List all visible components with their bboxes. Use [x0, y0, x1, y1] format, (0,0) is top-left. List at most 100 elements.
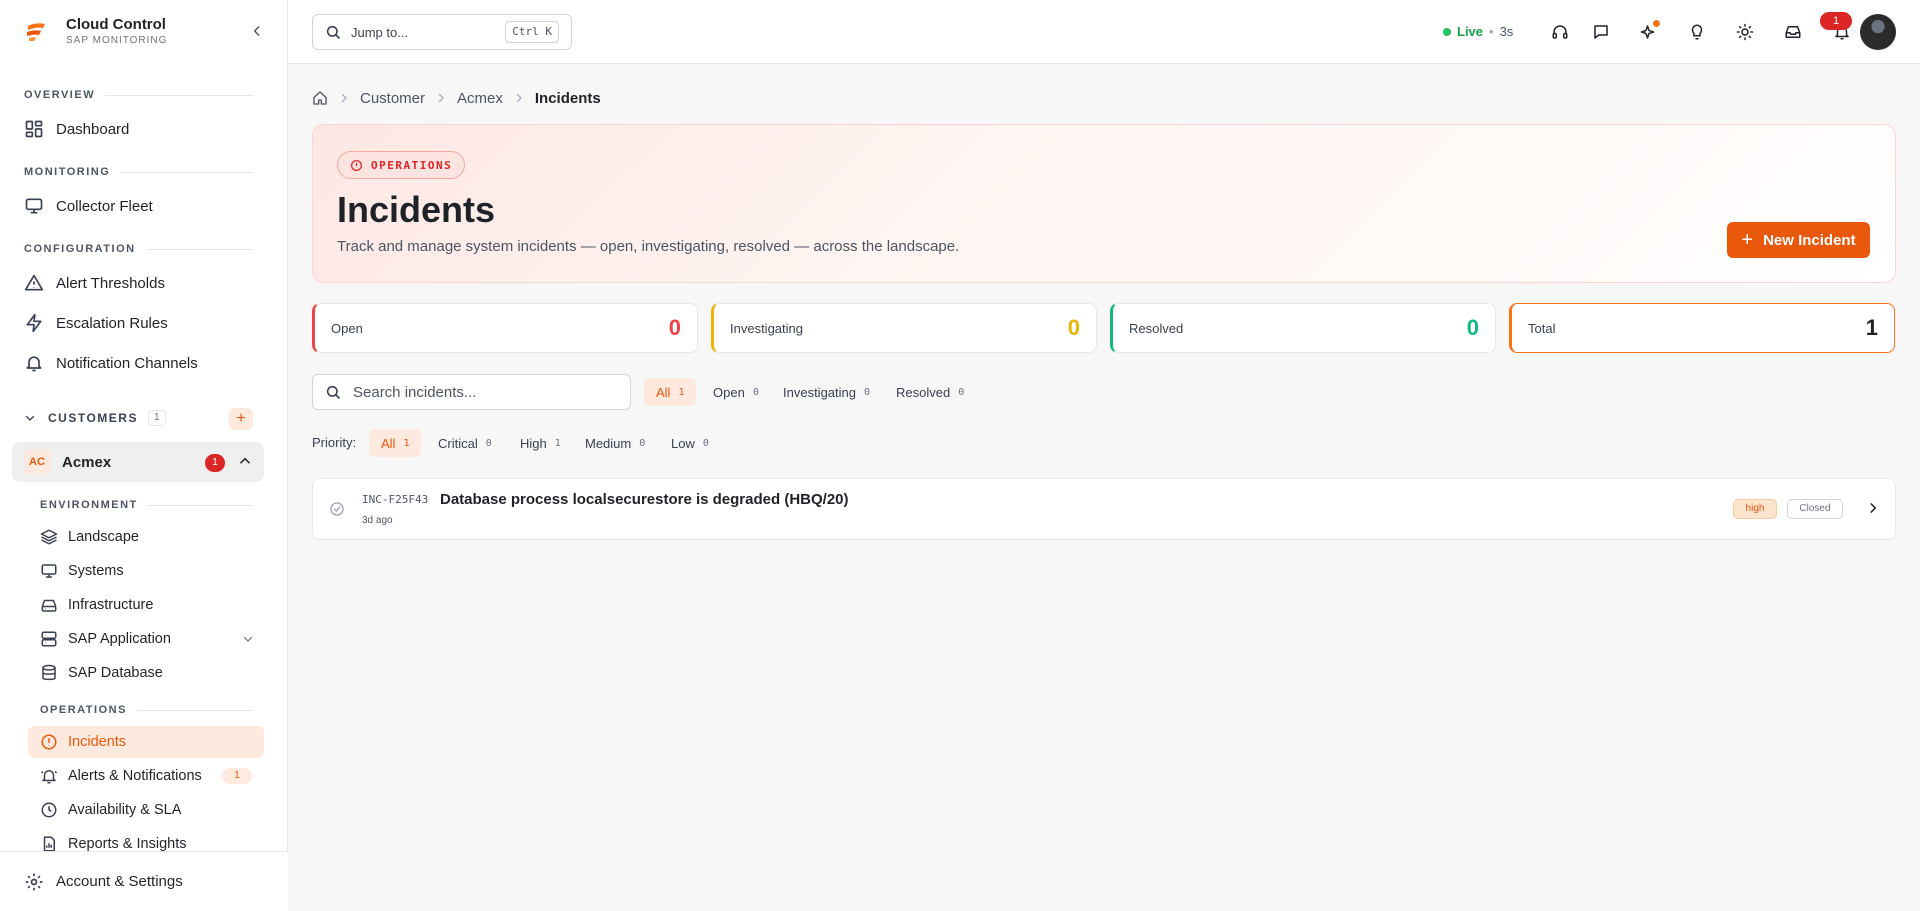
sidebar-item-label: Alert Thresholds	[56, 274, 165, 292]
filter-label: Open	[713, 384, 745, 400]
collapse-sidebar-button[interactable]	[248, 22, 266, 40]
brand-title: Cloud Control	[66, 16, 166, 33]
brand-logo-icon	[24, 20, 48, 44]
account-settings-button[interactable]: Account & Settings	[0, 851, 288, 911]
priority-filter-all[interactable]: All 1	[369, 429, 422, 457]
lightning-icon	[24, 313, 44, 333]
hard-drive-icon	[40, 596, 58, 614]
sun-icon	[1736, 23, 1754, 41]
breadcrumb-customer[interactable]: Customer	[360, 90, 425, 107]
stat-card-resolved[interactable]: Resolved 0	[1110, 303, 1496, 353]
sidebar-item-label: Reports & Insights	[68, 836, 187, 852]
section-overview: OVERVIEW	[24, 89, 254, 101]
filter-count: 0	[702, 437, 709, 449]
customer-acmex[interactable]: AC Acmex 1	[12, 442, 264, 482]
topbar: Jump to... Ctrl K Live • 3s 1	[288, 0, 1920, 64]
sidebar-item-landscape[interactable]: Landscape	[28, 521, 264, 553]
stat-value: 0	[1067, 315, 1080, 340]
incident-age: 3d ago	[362, 515, 393, 526]
tips-button[interactable]	[1685, 20, 1709, 44]
filter-label: All	[656, 384, 671, 400]
sidebar: Cloud Control SAP MONITORING OVERVIEW Da…	[0, 0, 288, 911]
incident-search[interactable]	[312, 374, 631, 410]
chat-button[interactable]	[1589, 20, 1613, 44]
main-content: Customer Acmex Incidents OPERATIONS Inci…	[288, 64, 1920, 911]
monitor-icon	[24, 196, 44, 216]
section-environment: ENVIRONMENT	[40, 499, 254, 511]
support-button[interactable]	[1548, 20, 1572, 44]
sidebar-item-escalation-rules[interactable]: Escalation Rules	[12, 306, 264, 340]
layers-icon	[40, 528, 58, 546]
chevron-down-icon	[25, 415, 35, 421]
filter-count: 0	[639, 437, 646, 449]
sidebar-item-alert-thresholds[interactable]: Alert Thresholds	[12, 266, 264, 300]
monitor-icon	[40, 562, 58, 580]
database-icon	[40, 664, 58, 682]
sidebar-item-alerts-notifications[interactable]: Alerts & Notifications 1	[28, 760, 264, 792]
priority-filter-low[interactable]: Low 0	[659, 429, 721, 457]
sidebar-item-notification-channels[interactable]: Notification Channels	[12, 346, 264, 380]
stat-value: 1	[1865, 315, 1878, 340]
breadcrumb-acmex[interactable]: Acmex	[457, 90, 503, 107]
search-input[interactable]	[353, 383, 613, 401]
stat-value: 0	[668, 315, 681, 340]
status-filter-investigating[interactable]: Investigating 0	[771, 378, 882, 406]
sidebar-item-systems[interactable]: Systems	[28, 555, 264, 587]
sidebar-item-availability-sla[interactable]: Availability & SLA	[28, 794, 264, 826]
stat-card-open[interactable]: Open 0	[312, 303, 698, 353]
status-filter-resolved[interactable]: Resolved 0	[884, 378, 976, 406]
server-icon	[40, 630, 58, 648]
priority-filter-critical[interactable]: Critical 0	[426, 429, 504, 457]
ai-assistant-button[interactable]	[1637, 20, 1661, 44]
theme-toggle-button[interactable]	[1733, 20, 1757, 44]
priority-filter-high[interactable]: High 1	[508, 429, 573, 457]
stat-label: Investigating	[730, 320, 803, 336]
customers-section-toggle[interactable]: CUSTOMERS 1	[24, 406, 264, 430]
stat-card-investigating[interactable]: Investigating 0	[711, 303, 1097, 353]
live-age: 3s	[1499, 24, 1514, 39]
jump-to-search[interactable]: Jump to... Ctrl K	[312, 14, 572, 50]
gear-icon	[24, 872, 44, 892]
brand[interactable]: Cloud Control SAP MONITORING	[24, 16, 167, 48]
filter-label: High	[520, 435, 547, 451]
incident-title: Database process localsecurestore is deg…	[440, 491, 849, 508]
filter-label: Critical	[438, 435, 478, 451]
sidebar-item-infrastructure[interactable]: Infrastructure	[28, 589, 264, 621]
chevron-right-icon	[435, 92, 447, 104]
section-monitoring: MONITORING	[24, 166, 254, 178]
chevron-up-icon	[238, 454, 252, 468]
sidebar-item-sap-database[interactable]: SAP Database	[28, 657, 264, 689]
incident-row[interactable]: INC-F25F43 Database process localsecures…	[312, 478, 1896, 540]
headphones-icon	[1552, 25, 1568, 39]
stat-card-total[interactable]: Total 1	[1509, 303, 1895, 353]
incident-id: INC-F25F43	[362, 493, 429, 506]
add-customer-button[interactable]: +	[229, 408, 253, 430]
alert-circle-icon	[40, 733, 58, 751]
status-filter-all[interactable]: All 1	[644, 378, 697, 406]
status-filter-open[interactable]: Open 0	[701, 378, 771, 406]
sidebar-item-label: Alerts & Notifications	[68, 768, 202, 784]
chevron-right-icon	[338, 92, 350, 104]
avatar[interactable]	[1860, 14, 1896, 50]
breadcrumb-home[interactable]	[312, 90, 328, 106]
customer-avatar: AC	[24, 449, 50, 475]
filter-label: Medium	[585, 435, 632, 451]
alert-circle-icon	[350, 159, 363, 172]
inbox-button[interactable]	[1781, 20, 1805, 44]
priority-filter-medium[interactable]: Medium 0	[573, 429, 657, 457]
new-incident-button[interactable]: + New Incident	[1727, 222, 1870, 258]
sidebar-item-collector-fleet[interactable]: Collector Fleet	[12, 189, 264, 223]
sidebar-item-sap-application[interactable]: SAP Application	[28, 623, 264, 655]
filter-label: Low	[671, 435, 695, 451]
chevron-down-icon	[242, 633, 254, 645]
keyboard-shortcut: Ctrl K	[505, 21, 559, 43]
status-check-icon	[329, 501, 345, 517]
stat-label: Resolved	[1129, 320, 1184, 336]
sidebar-item-dashboard[interactable]: Dashboard	[12, 112, 264, 146]
sidebar-item-label: Notification Channels	[56, 354, 198, 372]
sidebar-item-label: SAP Application	[68, 631, 171, 647]
sidebar-item-label: Collector Fleet	[56, 197, 153, 215]
filter-count: 1	[403, 437, 410, 449]
sidebar-item-incidents[interactable]: Incidents	[28, 726, 264, 758]
filter-label: All	[381, 435, 396, 451]
